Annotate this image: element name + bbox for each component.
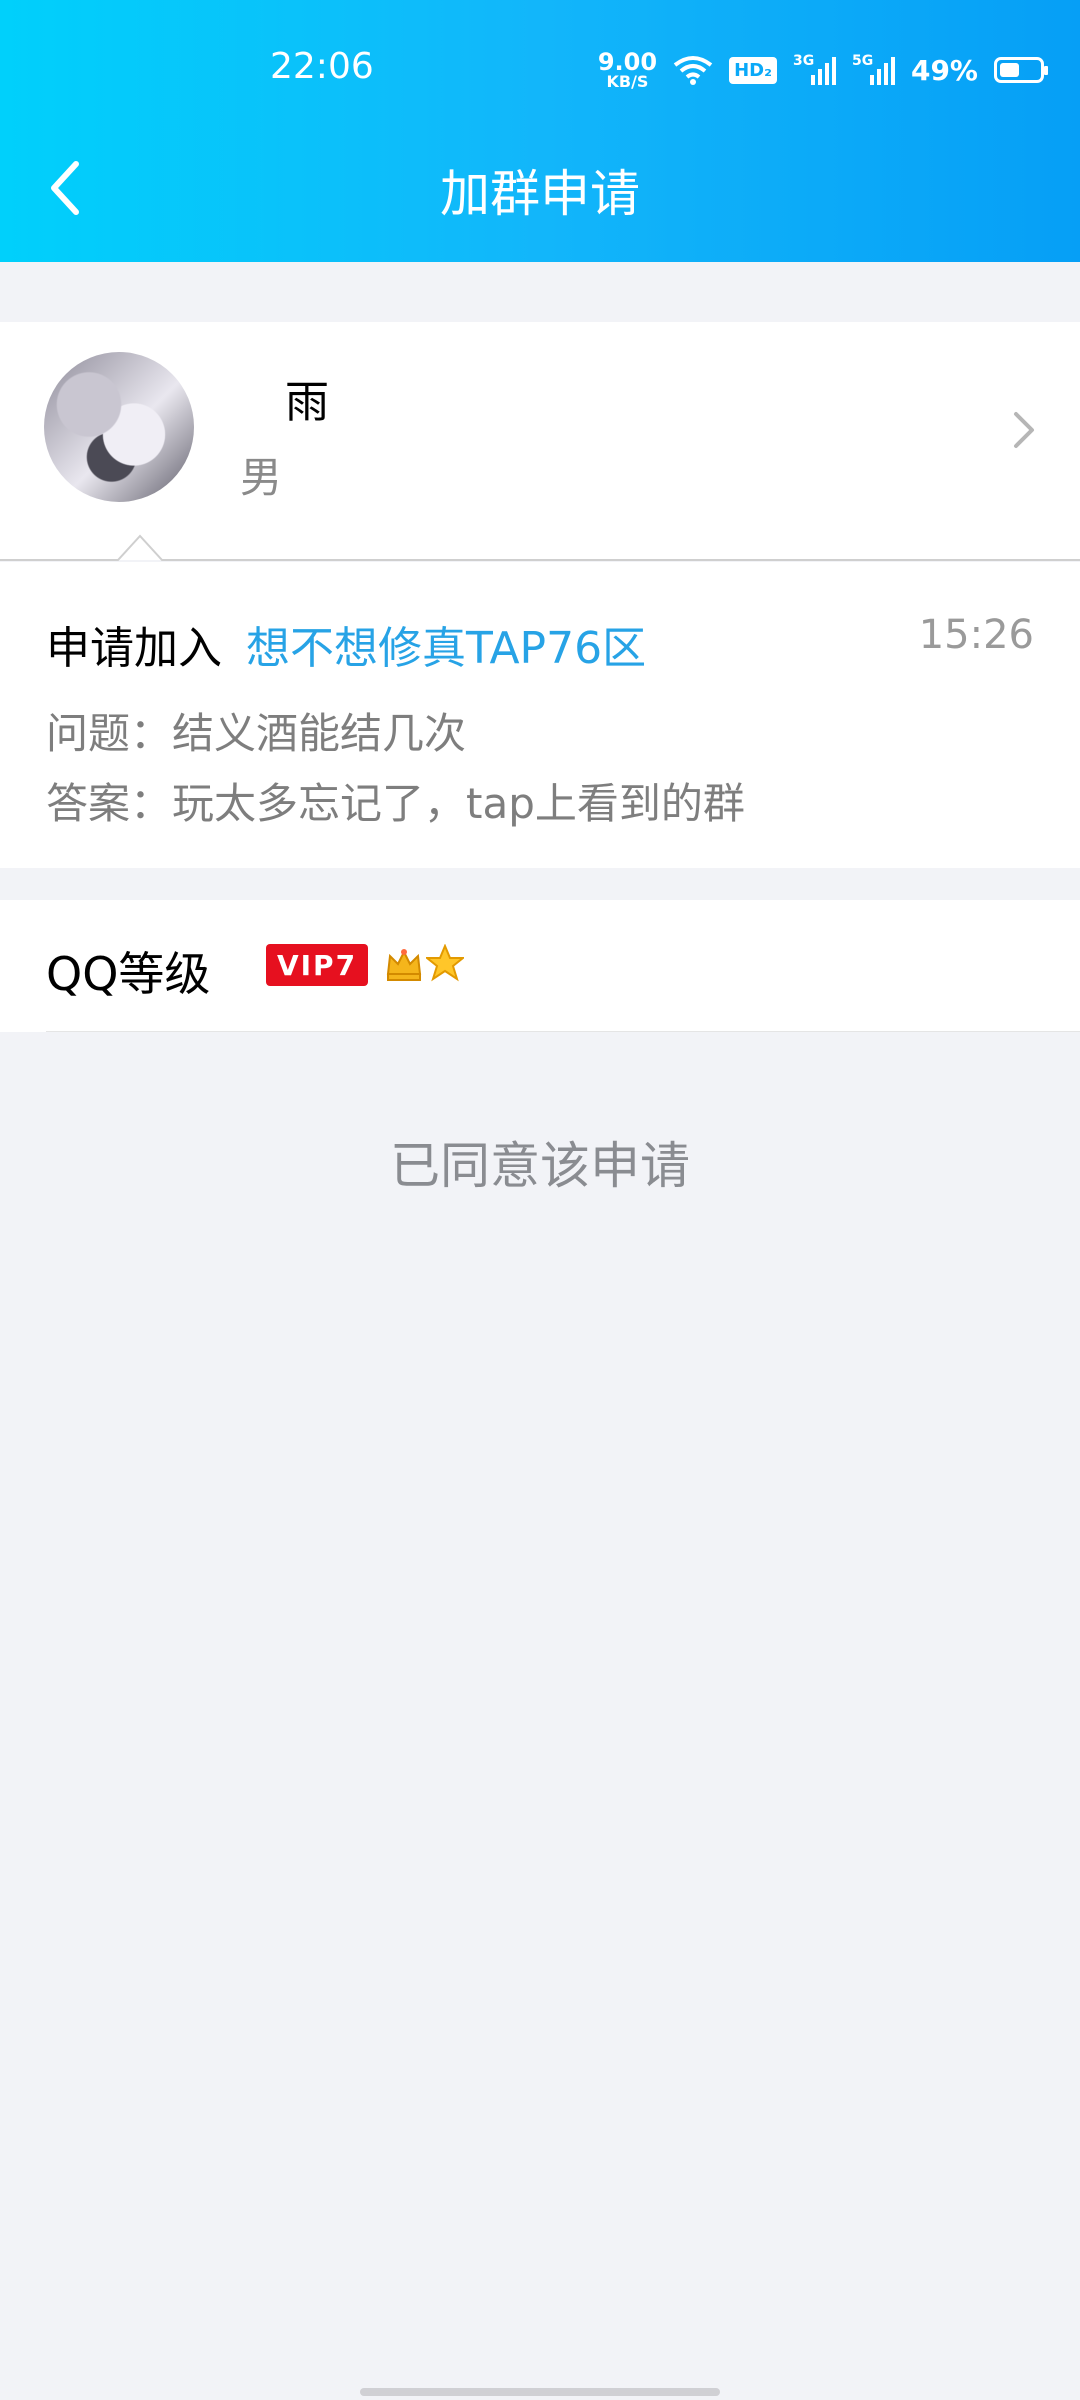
- request-label: 申请加入: [46, 623, 222, 674]
- app-header: 22:06 9.00 KB/S HD₂ 3G 5G 49% 加群申请: [0, 0, 1080, 262]
- status-time: 22:06: [270, 46, 374, 87]
- battery-percent: 49%: [910, 53, 978, 87]
- home-indicator[interactable]: [360, 2388, 720, 2396]
- applicant-gender: 男: [240, 453, 283, 502]
- signal-5g-icon: 5G: [851, 53, 895, 85]
- signal-3g-icon: 3G: [792, 53, 836, 85]
- applicant-name: 雨: [285, 377, 329, 428]
- network-speed-unit: KB/S: [606, 72, 649, 91]
- qq-level-label: QQ等级: [46, 947, 211, 1001]
- battery-icon: [994, 57, 1048, 83]
- vip-badge: VIP7: [266, 944, 368, 986]
- section-divider: [0, 534, 1080, 561]
- hd-voice-badge: HD₂: [729, 56, 777, 84]
- signal-5g-label: 5G: [851, 53, 874, 69]
- row-divider: [46, 1031, 1080, 1032]
- group-name-link[interactable]: 想不想修真TAP76区: [246, 612, 646, 676]
- qq-level-row: QQ等级 VIP7: [0, 900, 1080, 1032]
- chevron-right-icon: [1014, 412, 1034, 448]
- request-status-message: 已同意该申请: [390, 1137, 690, 1195]
- network-speed: 9.00 KB/S: [598, 50, 657, 90]
- request-question: 问题：结义酒能结几次: [46, 709, 467, 758]
- wifi-icon: [673, 56, 713, 85]
- crown-icon: [386, 949, 422, 981]
- star-icon: [426, 944, 464, 982]
- request-time: 15:26: [918, 612, 1034, 658]
- network-speed-value: 9.00: [597, 48, 658, 76]
- applicant-profile-row[interactable]: 雨 男: [0, 322, 1080, 560]
- request-answer: 答案：玩太多忘记了，tap上看到的群: [46, 779, 745, 828]
- avatar[interactable]: [44, 352, 194, 502]
- page-title: 加群申请: [440, 165, 640, 223]
- signal-3g-label: 3G: [792, 53, 815, 69]
- join-request-card: 申请加入 想不想修真TAP76区 15:26 问题：结义酒能结几次 答案：玩太多…: [0, 562, 1080, 868]
- status-icons: 9.00 KB/S HD₂ 3G 5G 49%: [598, 44, 1048, 96]
